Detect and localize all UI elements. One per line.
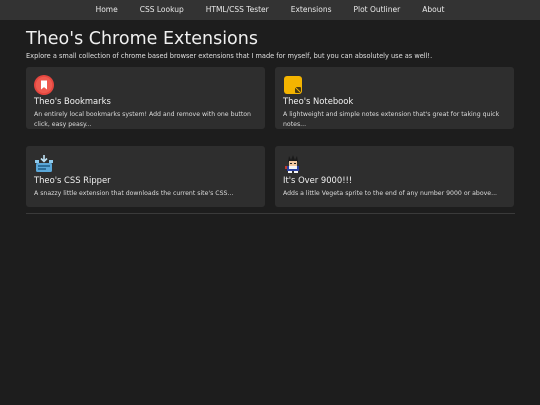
- main-content: Theo's Chrome Extensions Explore a small…: [26, 28, 515, 217]
- extension-description: A snazzy little extension that downloads…: [34, 190, 234, 197]
- extension-card-css-ripper[interactable]: Theo's CSS Ripper A snazzy little extens…: [26, 146, 265, 207]
- extension-name: Theo's Bookmarks: [34, 96, 111, 106]
- extension-name: Theo's CSS Ripper: [34, 175, 111, 185]
- nav-home[interactable]: Home: [85, 0, 129, 20]
- extension-card-notebook[interactable]: Theo's Notebook A lightweight and simple…: [275, 67, 514, 129]
- notebook-icon: [284, 76, 302, 94]
- nav-plot-outliner[interactable]: Plot Outliner: [342, 0, 411, 20]
- page-title: Theo's Chrome Extensions: [26, 29, 258, 49]
- extension-card-bookmarks[interactable]: Theo's Bookmarks An entirely local bookm…: [26, 67, 265, 129]
- extension-name: Theo's Notebook: [283, 96, 354, 106]
- nav-css-lookup[interactable]: CSS Lookup: [129, 0, 195, 20]
- extension-description: A lightweight and simple notes extension…: [283, 111, 500, 128]
- extension-card-over-9000[interactable]: It's Over 9000!!! Adds a little Vegeta s…: [275, 146, 514, 207]
- extension-name: It's Over 9000!!!: [283, 175, 353, 185]
- extension-description: Adds a little Vegeta sprite to the end o…: [283, 190, 497, 197]
- top-nav: Home CSS Lookup HTML/CSS Tester Extensio…: [0, 0, 540, 20]
- section-divider: [26, 213, 515, 214]
- page-subtitle: Explore a small collection of chrome bas…: [26, 52, 433, 60]
- css-ripper-icon: [35, 155, 53, 172]
- nav-html-css-tester[interactable]: HTML/CSS Tester: [195, 0, 280, 20]
- nav-extensions[interactable]: Extensions: [280, 0, 343, 20]
- nav-about[interactable]: About: [411, 0, 455, 20]
- bookmark-icon: [34, 75, 54, 95]
- vegeta-sprite-icon: [285, 155, 299, 173]
- extensions-grid: Theo's Bookmarks An entirely local bookm…: [26, 67, 515, 217]
- extension-description: An entirely local bookmarks system! Add …: [34, 111, 251, 128]
